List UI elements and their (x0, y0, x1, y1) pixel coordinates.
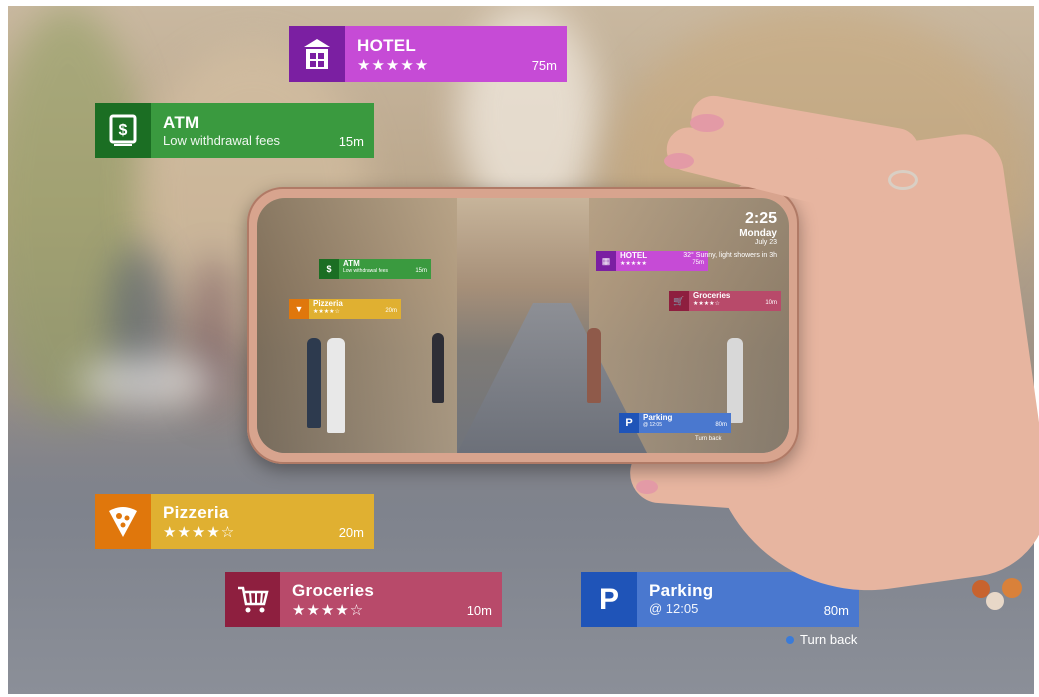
smartphone: $ ATM Low withdrawal fees 15m ▦ HOTEL ★★★★★… (247, 187, 799, 464)
status-overlay: 2:25 Monday July 23 32° Sunny, light sho… (683, 210, 777, 259)
pizzeria-label[interactable]: Pizzeria ★★★★☆ 20m (95, 494, 374, 549)
clock-date: July 23 (754, 239, 777, 246)
screen-parking-title: Parking (643, 413, 673, 422)
parking-distance: 80m (823, 603, 849, 618)
screen-atm-distance: 15m (415, 268, 427, 274)
groceries-title: Groceries (292, 581, 375, 600)
atm-distance: 15m (338, 134, 364, 149)
weather-info: 32° Sunny, light showers in 3h (683, 252, 777, 259)
parking-icon: P (619, 413, 639, 433)
pizza-icon (95, 494, 151, 549)
fingernail (690, 114, 724, 132)
bead-bracelet (972, 570, 1032, 620)
clock-day: Monday (739, 228, 777, 239)
hotel-icon (289, 26, 345, 82)
screen-pedestrian (327, 338, 345, 433)
turn-back-hint[interactable]: Turn back (786, 632, 857, 647)
atm-icon: $ (95, 103, 151, 158)
screen-groceries-title: Groceries (693, 291, 731, 300)
screen-atm-title: ATM (343, 259, 360, 268)
finger-ring (888, 170, 918, 190)
cart-icon (225, 572, 280, 627)
turn-back-text: Turn back (800, 632, 858, 647)
location-dot-icon (786, 635, 794, 644)
screen-pizzeria-distance: 20m (385, 308, 397, 314)
hotel-title: HOTEL (357, 36, 417, 55)
fingernail (664, 153, 694, 169)
screen-left-building (257, 198, 457, 453)
screen-pizzeria-title: Pizzeria (313, 299, 343, 308)
hotel-icon: ▦ (596, 251, 616, 271)
svg-text:$: $ (119, 122, 128, 139)
screen-groceries-label[interactable]: 🛒 Groceries ★★★★☆ 10m (669, 291, 781, 311)
atm-icon: $ (319, 259, 339, 279)
screen-turn-back[interactable]: Turn back (695, 436, 721, 442)
pizzeria-distance: 20m (338, 525, 364, 540)
groceries-label[interactable]: Groceries ★★★★☆ 10m (225, 572, 502, 627)
screen-pedestrian (432, 333, 444, 403)
phone-screen: $ ATM Low withdrawal fees 15m ▦ HOTEL ★★★★★… (257, 198, 789, 453)
screen-hotel-distance: 75m (692, 260, 704, 266)
hotel-distance: 75m (531, 58, 557, 73)
screen-pedestrian (307, 338, 321, 428)
pizza-icon: ▼ (289, 299, 309, 319)
screen-groceries-distance: 10m (765, 300, 777, 306)
atm-title: ATM (163, 113, 200, 132)
clock-time: 2:25 (744, 210, 777, 227)
atm-label[interactable]: $ ATM Low withdrawal fees 15m (95, 103, 374, 158)
white-vehicle (78, 356, 218, 406)
pizzeria-title: Pizzeria (163, 503, 229, 522)
cart-icon: 🛒 (669, 291, 689, 311)
hotel-label[interactable]: HOTEL ★★★★★ 75m (289, 26, 567, 82)
screen-pedestrian (587, 328, 601, 403)
screen-pizzeria-label[interactable]: ▼ Pizzeria ★★★★☆ 20m (289, 299, 401, 319)
parking-icon: P (581, 572, 637, 627)
screen-atm-label[interactable]: $ ATM Low withdrawal fees 15m (319, 259, 431, 279)
screen-parking-distance: 80m (715, 422, 727, 428)
fingernail (636, 480, 658, 494)
screen-parking-label[interactable]: P Parking @ 12:05 80m (619, 413, 731, 433)
screen-pedestrian (727, 338, 743, 423)
groceries-distance: 10m (466, 603, 492, 618)
